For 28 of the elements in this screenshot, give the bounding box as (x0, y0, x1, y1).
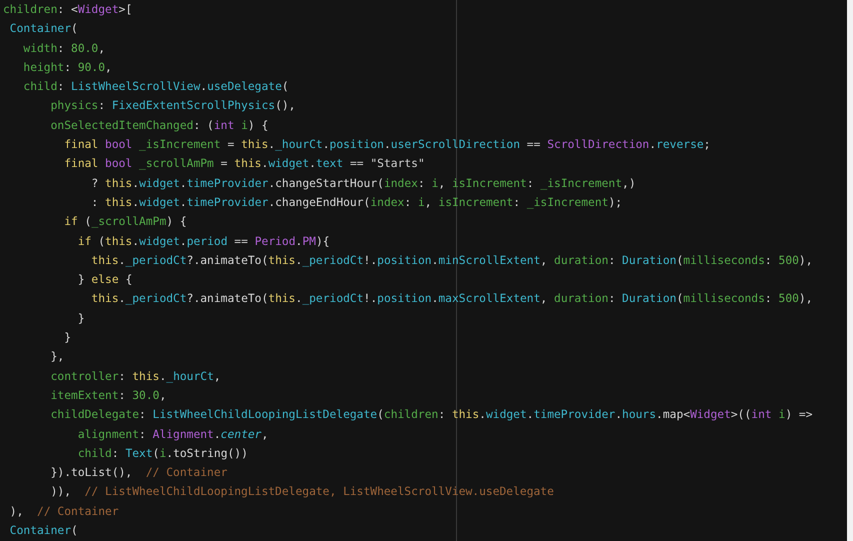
code-line: if (this.widget.period == Period.PM){ (76, 234, 330, 250)
code-line: final bool _scrollAmPm = this.widget.text == "Starts" (63, 156, 425, 172)
code-line: if (_scrollAmPm) { (63, 214, 187, 230)
code-line: ? this.widget.timeProvider.changeStartHour(index: i, isIncrement: _isIncrement,) (90, 176, 636, 192)
code-line: height: 90.0, (22, 60, 112, 76)
code-line: alignment: Alignment.center, (76, 426, 268, 443)
code-line: : this.widget.timeProvider.changeEndHour(index: i, isIncrement: _isIncrement); (90, 194, 622, 211)
code-line: controller: this._hourCt, (50, 368, 221, 385)
code-line: }, (50, 349, 64, 366)
code-line: Container( (8, 21, 78, 38)
code-line: child: ListWheelScrollView.useDelegate( (22, 79, 289, 96)
code-line: ), // Container (8, 504, 119, 520)
code-line: final bool _isIncrement = this._hourCt.position.userScrollDirection == ScrollDirection.reverse; (63, 137, 710, 154)
code-line: child: Text(i.toString()) (76, 446, 248, 462)
code-line: children: <Widget>[ (3, 2, 132, 18)
code-line: childDelegate: ListWheelChildLoopingListDelegate(children: this.widget.timeProvider.hours.map<Widget>((int i) => (50, 407, 813, 424)
code-line: itemExtent: 30.0, (50, 388, 166, 404)
code-line: Container( (8, 523, 78, 540)
code-line: onSelectedItemChanged: (int i) { (50, 118, 268, 134)
code-line: width: 80.0, (22, 40, 106, 57)
code-line: } (76, 310, 85, 327)
code-line: )), // ListWheelChildLoopingListDelegate, ListWheelScrollView.useDelegate (50, 484, 554, 500)
code-line: this._periodCt?.animateTo(this._periodCt!.position.maxScrollExtent, duration: Duration(milliseconds: 500), (90, 291, 813, 308)
code-line: } else { (76, 272, 132, 288)
code-line: }).toList(), // Container (50, 465, 228, 482)
code-line: physics: FixedExtentScrollPhysics(), (50, 98, 296, 114)
code-line: } (63, 330, 72, 346)
code-line: this._periodCt?.animateTo(this._periodCt!.position.minScrollExtent, duration: Duration(milliseconds: 500), (90, 252, 813, 269)
